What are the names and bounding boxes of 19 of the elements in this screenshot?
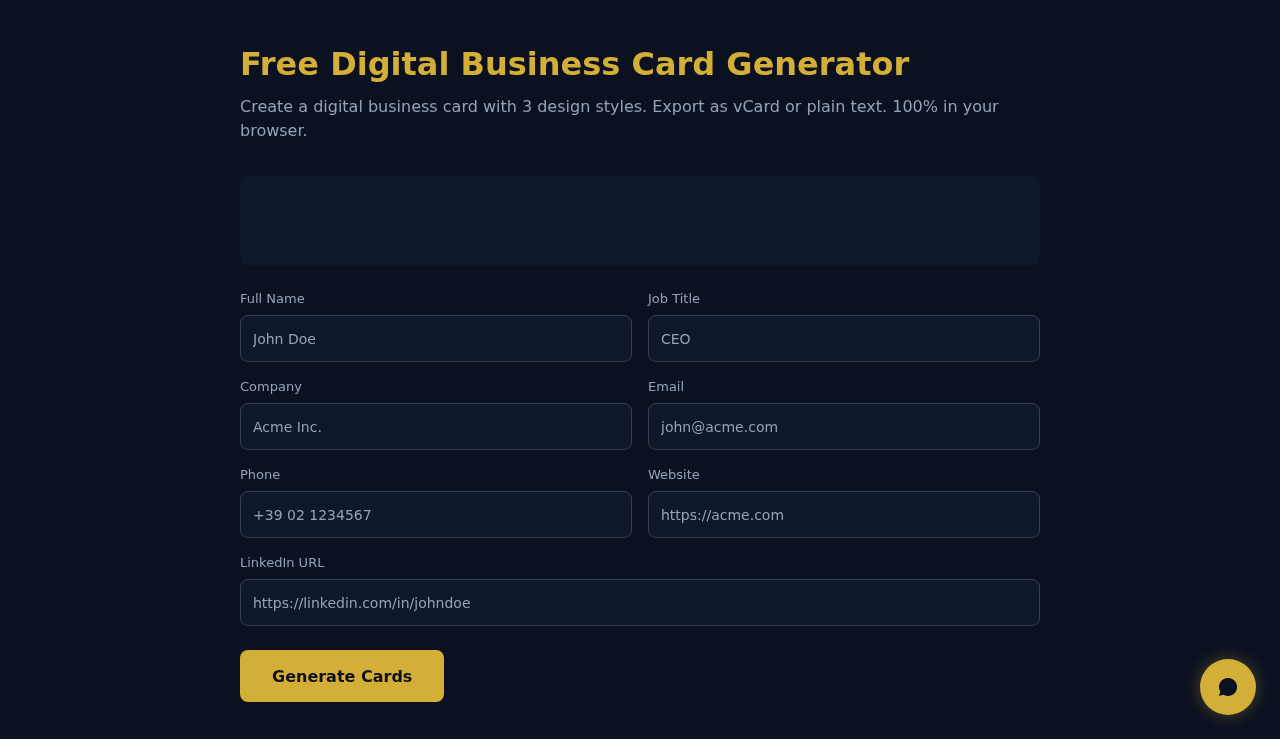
input-field[interactable]: john@acme.com [648,403,1040,450]
input-field[interactable]: https://linkedin.com/in/johndoe [240,579,1040,626]
input-field[interactable]: John Doe [240,315,632,362]
field-label: Job Title [648,290,701,307]
field-label: LinkedIn URL [240,554,325,571]
page-title: Free Digital Business Card Generator [240,45,911,83]
input-field[interactable]: https://acme.com [648,491,1040,538]
field-label: Phone [240,466,281,483]
generate-button[interactable]: Generate Cards [240,650,445,702]
input-field[interactable]: CEO [648,315,1040,362]
input-field[interactable]: +39 02 1234567 [240,491,632,538]
field-label: Email [648,378,685,395]
chat-bubble-icon [1218,677,1238,697]
field-label: Company [240,378,302,395]
page-subtitle: Create a digital business card with 3 design styles. Export as vCard or plain text. 100% in your browser. [240,96,1000,142]
field-label: Full Name [240,290,305,307]
input-field[interactable]: Acme Inc. [240,403,632,450]
chat-button[interactable] [1200,659,1256,715]
field-label: Website [648,466,700,483]
